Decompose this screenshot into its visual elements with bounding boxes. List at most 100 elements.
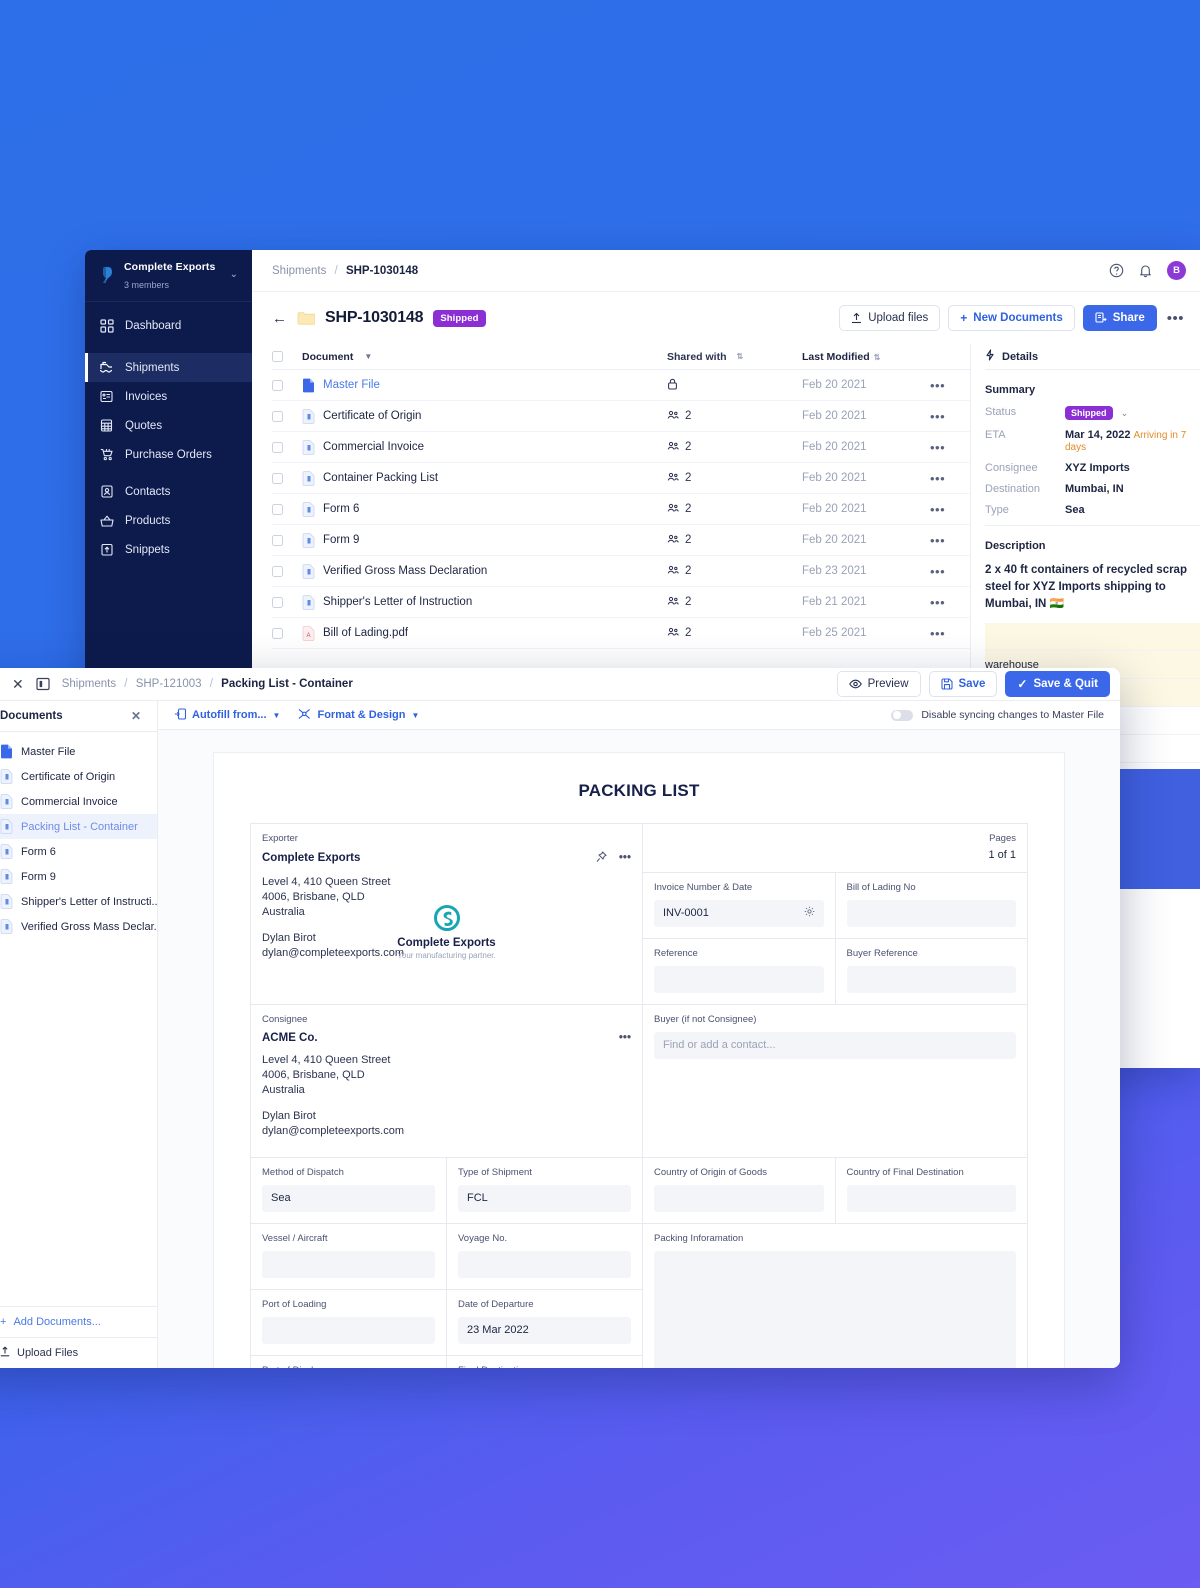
gear-icon[interactable] <box>804 906 815 920</box>
help-icon[interactable] <box>1109 263 1124 278</box>
pin-icon[interactable] <box>596 851 607 866</box>
row-more-icon[interactable]: ••• <box>930 626 945 641</box>
sidebar-item-dashboard[interactable]: Dashboard <box>85 311 252 340</box>
sidebar-item-products[interactable]: Products <box>85 506 252 535</box>
row-checkbox[interactable] <box>272 473 283 484</box>
close-icon[interactable]: ✕ <box>12 677 24 691</box>
format-design-button[interactable]: Format & Design ▼ <box>298 708 419 723</box>
back-arrow-icon[interactable]: ← <box>272 311 287 326</box>
row-document[interactable]: Master File <box>302 378 667 393</box>
packing-information-input[interactable] <box>654 1251 1016 1368</box>
sidebar-item-contacts[interactable]: Contacts <box>85 477 252 506</box>
row-more-icon[interactable]: ••• <box>930 502 945 517</box>
row-document[interactable]: Form 6 <box>302 502 667 517</box>
modal-breadcrumb-root[interactable]: Shipments <box>62 678 116 690</box>
consignee-address-line3: Australia <box>262 1084 305 1096</box>
row-checkbox[interactable] <box>272 504 283 515</box>
type-of-shipment-input[interactable]: FCL <box>458 1185 631 1212</box>
date-of-departure-input[interactable]: 23 Mar 2022 <box>458 1317 631 1344</box>
header-document[interactable]: Document▼ <box>302 351 667 363</box>
bill-of-lading-no-input[interactable] <box>847 900 1017 927</box>
header-shared-with[interactable]: Shared with⇅ <box>667 351 802 363</box>
table-row[interactable]: Shipper's Letter of Instruction2Feb 21 2… <box>272 587 970 618</box>
upload-files-button[interactable]: Upload files <box>839 305 940 331</box>
row-more-icon[interactable]: ••• <box>930 440 945 455</box>
row-document[interactable]: Shipper's Letter of Instruction <box>302 595 667 610</box>
modal-document-item[interactable]: Certificate of Origin <box>0 764 157 789</box>
close-panel-icon[interactable]: ✕ <box>131 709 141 723</box>
upload-files-button[interactable]: Upload Files <box>0 1337 157 1368</box>
table-row[interactable]: Commercial Invoice2Feb 20 2021••• <box>272 432 970 463</box>
more-icon[interactable]: ••• <box>619 852 631 864</box>
vessel-aircraft-input[interactable] <box>262 1251 435 1278</box>
new-documents-button[interactable]: + New Documents <box>948 305 1074 331</box>
row-more-icon[interactable]: ••• <box>930 409 945 424</box>
bell-icon[interactable] <box>1138 263 1153 278</box>
row-more-icon[interactable]: ••• <box>930 533 945 548</box>
row-document[interactable]: Container Packing List <box>302 471 667 486</box>
row-more-icon[interactable]: ••• <box>930 595 945 610</box>
disable-sync-toggle[interactable] <box>891 710 913 721</box>
row-more-icon[interactable]: ••• <box>930 471 945 486</box>
table-row[interactable]: Form 92Feb 20 2021••• <box>272 525 970 556</box>
row-checkbox[interactable] <box>272 411 283 422</box>
table-row[interactable]: ABill of Lading.pdf2Feb 25 2021••• <box>272 618 970 649</box>
table-row[interactable]: Master FileFeb 20 2021••• <box>272 370 970 401</box>
breadcrumb-root[interactable]: Shipments <box>272 265 326 277</box>
header-last-modified[interactable]: Last Modified⇅ <box>802 351 930 363</box>
modal-document-item[interactable]: Form 6 <box>0 839 157 864</box>
panel-toggle-icon[interactable] <box>36 677 50 691</box>
more-actions-icon[interactable]: ••• <box>1165 310 1186 327</box>
buyer-contact-input[interactable]: Find or add a contact... <box>654 1032 1016 1059</box>
row-checkbox[interactable] <box>272 628 283 639</box>
row-document[interactable]: Commercial Invoice <box>302 440 667 455</box>
autofill-button[interactable]: Autofill from... ▼ <box>174 708 280 723</box>
modal-document-item[interactable]: Packing List - Container <box>0 814 157 839</box>
sidebar-item-invoices[interactable]: Invoices <box>85 382 252 411</box>
method-of-dispatch-input[interactable]: Sea <box>262 1185 435 1212</box>
sidebar-item-snippets[interactable]: Snippets <box>85 535 252 564</box>
table-row[interactable]: Certificate of Origin2Feb 20 2021••• <box>272 401 970 432</box>
modal-document-item[interactable]: Verified Gross Mass Declar... <box>0 914 157 939</box>
row-checkbox[interactable] <box>272 597 283 608</box>
preview-button[interactable]: Preview <box>837 671 921 697</box>
row-checkbox[interactable] <box>272 566 283 577</box>
country-origin-input[interactable] <box>654 1185 824 1212</box>
modal-document-item[interactable]: Master File <box>0 739 157 764</box>
buyer-reference-input[interactable] <box>847 966 1017 993</box>
modal-document-item[interactable]: Commercial Invoice <box>0 789 157 814</box>
save-and-quit-button[interactable]: ✓ Save & Quit <box>1005 671 1110 697</box>
detail-status-value-wrap[interactable]: Shipped ⌄ <box>1065 406 1128 420</box>
row-checkbox[interactable] <box>272 380 283 391</box>
row-document[interactable]: Form 9 <box>302 533 667 548</box>
table-row[interactable]: Verified Gross Mass Declaration2Feb 23 2… <box>272 556 970 587</box>
org-switcher[interactable]: Complete Exports 3 members ⌄ <box>85 250 252 302</box>
row-document[interactable]: ABill of Lading.pdf <box>302 626 667 641</box>
reference-input[interactable] <box>654 966 824 993</box>
country-final-destination-input[interactable] <box>847 1185 1017 1212</box>
row-document[interactable]: Certificate of Origin <box>302 409 667 424</box>
row-checkbox[interactable] <box>272 442 283 453</box>
share-button[interactable]: Share <box>1083 305 1157 331</box>
modal-breadcrumb-id[interactable]: SHP-121003 <box>136 678 202 690</box>
port-of-loading-input[interactable] <box>262 1317 435 1344</box>
sidebar-item-shipments[interactable]: Shipments <box>85 353 252 382</box>
table-row[interactable]: Container Packing List2Feb 20 2021••• <box>272 463 970 494</box>
table-row[interactable]: Form 62Feb 20 2021••• <box>272 494 970 525</box>
add-documents-button[interactable]: + Add Documents... <box>0 1306 157 1337</box>
save-button[interactable]: Save <box>929 671 998 697</box>
modal-document-item[interactable]: Shipper's Letter of Instructi... <box>0 889 157 914</box>
row-document[interactable]: Verified Gross Mass Declaration <box>302 564 667 579</box>
invoice-number-date-input[interactable]: INV-0001 <box>654 900 824 927</box>
voyage-no-input[interactable] <box>458 1251 631 1278</box>
modal-document-item[interactable]: Form 9 <box>0 864 157 889</box>
row-checkbox[interactable] <box>272 535 283 546</box>
quote-icon <box>99 418 114 433</box>
select-all-checkbox[interactable] <box>272 351 283 362</box>
avatar[interactable]: B <box>1167 261 1186 280</box>
row-more-icon[interactable]: ••• <box>930 378 945 393</box>
sidebar-item-quotes[interactable]: Quotes <box>85 411 252 440</box>
row-more-icon[interactable]: ••• <box>930 564 945 579</box>
sidebar-item-purchase-orders[interactable]: Purchase Orders <box>85 440 252 469</box>
more-icon[interactable]: ••• <box>619 1032 631 1044</box>
